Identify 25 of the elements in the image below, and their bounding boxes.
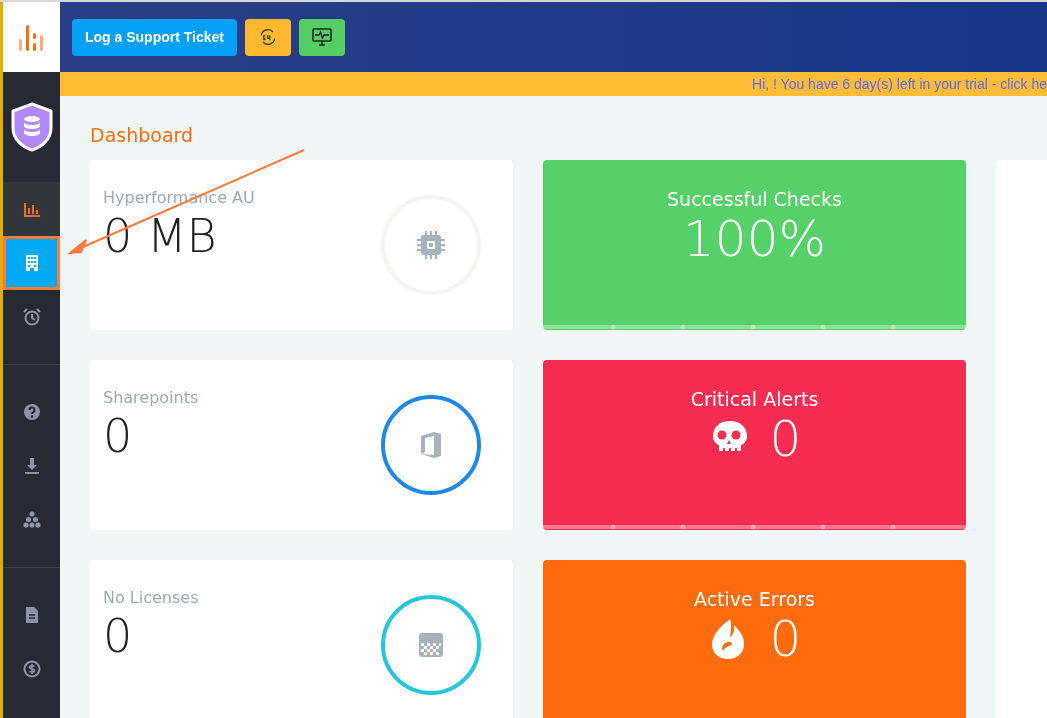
alarm-clock-icon [21,307,42,327]
monitor-button[interactable] [299,18,345,56]
status-title: Successful Checks [667,188,842,210]
hexagon-cluster-icon [21,510,42,530]
status-title: Critical Alerts [690,388,819,410]
help-icon [21,402,42,422]
shield-database-icon[interactable] [9,102,54,152]
sidebar-item[interactable] [3,236,60,290]
support-ticket-button[interactable]: Log a Support Ticket [72,18,237,56]
stat-value: 0 [103,609,134,663]
page-title: Dashboard [90,124,195,146]
stat-value: 0 [103,409,134,463]
chip-icon [415,229,447,261]
support-24-icon [258,27,278,47]
status-value: 100% [683,210,826,268]
heartbeat-monitor-icon [312,28,332,46]
status-title: Active Errors [694,588,815,610]
stat-label: No Licenses [103,588,199,607]
sidebar-item[interactable] [3,182,60,236]
trial-message[interactable]: Hi, ! You have 6 day(s) left in your trial - click he [752,76,1047,92]
status-value: 0 [769,410,802,468]
stat-label: Sharepoints [103,388,199,407]
dollar-icon [21,659,42,679]
status-value: 0 [769,610,802,668]
support-24-button[interactable] [245,18,291,56]
